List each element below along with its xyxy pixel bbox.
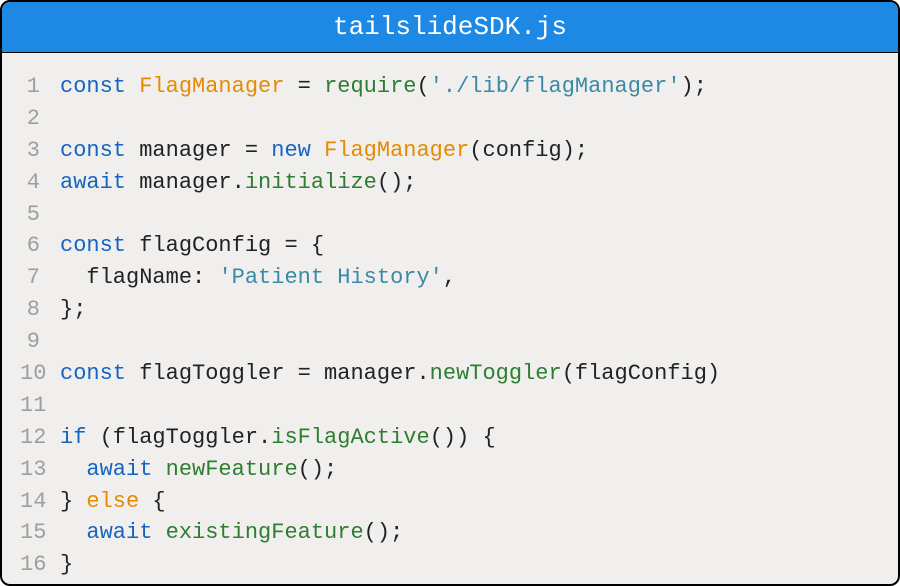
file-title-bar: tailslideSDK.js — [2, 2, 898, 53]
line-content: const manager = new FlagManager(config); — [60, 135, 880, 167]
code-line: 16} — [20, 549, 880, 581]
token-txt: ); — [681, 74, 707, 99]
token-txt: } — [60, 552, 73, 577]
token-txt: manager = — [126, 138, 271, 163]
code-line: 14} else { — [20, 486, 880, 518]
token-txt: } — [60, 489, 86, 514]
token-txt: { — [139, 489, 165, 514]
token-txt: (); — [298, 457, 338, 482]
token-txt: ( — [416, 74, 429, 99]
line-number: 2 — [20, 103, 60, 135]
token-str: './lib/flagManager' — [430, 74, 681, 99]
token-txt: ()) { — [430, 425, 496, 450]
line-number: 9 — [20, 326, 60, 358]
code-line: 7 flagName: 'Patient History', — [20, 262, 880, 294]
token-kw: const — [60, 74, 126, 99]
token-txt: = — [284, 74, 324, 99]
token-txt: flagToggler = manager. — [126, 361, 430, 386]
token-txt — [60, 457, 86, 482]
token-fn: require — [324, 74, 416, 99]
token-fn: initialize — [245, 170, 377, 195]
code-window: tailslideSDK.js 1const FlagManager = req… — [0, 0, 900, 586]
token-txt — [152, 457, 165, 482]
code-line: 4await manager.initialize(); — [20, 167, 880, 199]
line-content: } else { — [60, 486, 880, 518]
line-content: await manager.initialize(); — [60, 167, 880, 199]
line-content: await newFeature(); — [60, 454, 880, 486]
code-line: 2 — [20, 103, 880, 135]
token-kw: await — [86, 457, 152, 482]
token-txt: (); — [377, 170, 417, 195]
line-content: const flagToggler = manager.newToggler(f… — [60, 358, 880, 390]
token-txt: (flagToggler. — [86, 425, 271, 450]
code-line: 13 await newFeature(); — [20, 454, 880, 486]
code-line: 3const manager = new FlagManager(config)… — [20, 135, 880, 167]
code-body: 1const FlagManager = require('./lib/flag… — [2, 53, 898, 586]
line-number: 4 — [20, 167, 60, 199]
line-content: const FlagManager = require('./lib/flagM… — [60, 71, 880, 103]
token-kw: const — [60, 233, 126, 258]
line-number: 13 — [20, 454, 60, 486]
line-number: 5 — [20, 199, 60, 231]
line-number: 10 — [20, 358, 60, 390]
token-txt — [152, 520, 165, 545]
line-number: 3 — [20, 135, 60, 167]
token-kw: const — [60, 361, 126, 386]
code-line: 10const flagToggler = manager.newToggler… — [20, 358, 880, 390]
token-kw: await — [86, 520, 152, 545]
line-number: 12 — [20, 422, 60, 454]
token-cls: else — [86, 489, 139, 514]
line-content: } — [60, 549, 880, 581]
token-txt: , — [443, 265, 456, 290]
line-content: await existingFeature(); — [60, 517, 880, 549]
code-line: 9 — [20, 326, 880, 358]
token-txt — [126, 74, 139, 99]
code-line: 8}; — [20, 294, 880, 326]
line-number: 7 — [20, 262, 60, 294]
line-content: flagName: 'Patient History', — [60, 262, 880, 294]
token-fn: newFeature — [166, 457, 298, 482]
line-number: 11 — [20, 390, 60, 422]
token-kw: const — [60, 138, 126, 163]
token-fn: newToggler — [430, 361, 562, 386]
token-kw: await — [60, 170, 126, 195]
token-cls: FlagManager — [139, 74, 284, 99]
token-txt: (config); — [469, 138, 588, 163]
line-content: }; — [60, 294, 880, 326]
code-line: 1const FlagManager = require('./lib/flag… — [20, 71, 880, 103]
line-number: 14 — [20, 486, 60, 518]
line-number: 6 — [20, 230, 60, 262]
token-txt: (); — [364, 520, 404, 545]
code-line: 11 — [20, 390, 880, 422]
token-str: 'Patient History' — [218, 265, 442, 290]
token-txt: (flagConfig) — [562, 361, 720, 386]
token-txt: }; — [60, 297, 86, 322]
line-content: if (flagToggler.isFlagActive()) { — [60, 422, 880, 454]
token-fn: isFlagActive — [271, 425, 429, 450]
token-kw: if — [60, 425, 86, 450]
token-fn: existingFeature — [166, 520, 364, 545]
line-number: 8 — [20, 294, 60, 326]
token-txt: manager. — [126, 170, 245, 195]
file-title: tailslideSDK.js — [333, 12, 567, 42]
token-txt — [60, 520, 86, 545]
line-number: 15 — [20, 517, 60, 549]
code-line: 12if (flagToggler.isFlagActive()) { — [20, 422, 880, 454]
line-content: const flagConfig = { — [60, 230, 880, 262]
code-line: 15 await existingFeature(); — [20, 517, 880, 549]
code-line: 6const flagConfig = { — [20, 230, 880, 262]
token-kw: new — [271, 138, 311, 163]
line-number: 16 — [20, 549, 60, 581]
code-line: 5 — [20, 199, 880, 231]
token-cls: FlagManager — [324, 138, 469, 163]
token-txt — [311, 138, 324, 163]
token-txt: flagConfig = { — [126, 233, 324, 258]
line-number: 1 — [20, 71, 60, 103]
token-txt: flagName: — [60, 265, 218, 290]
